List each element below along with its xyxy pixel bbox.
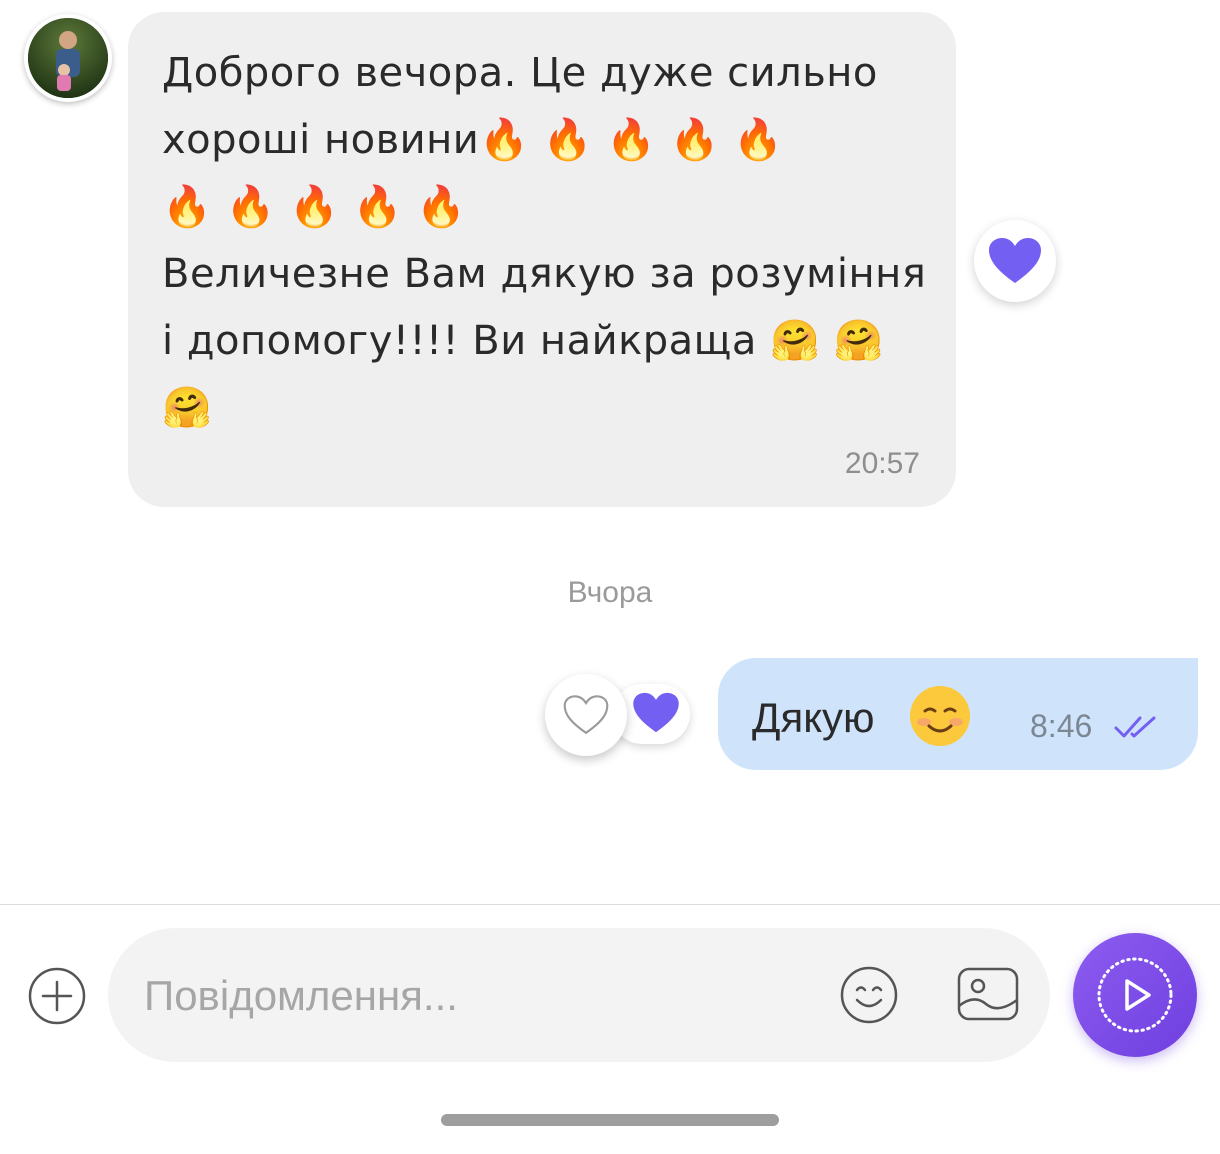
outgoing-message-bubble[interactable]: Дякую 8:46: [718, 658, 1198, 770]
contact-avatar[interactable]: [24, 14, 112, 102]
double-check-icon: [1114, 716, 1156, 738]
gallery-icon[interactable]: [956, 964, 1020, 1026]
add-reaction-button[interactable]: [545, 674, 627, 756]
home-indicator[interactable]: [441, 1114, 779, 1126]
message-composer: [108, 928, 1050, 1062]
incoming-message-bubble[interactable]: Доброго вечора. Це дуже сильно хороші но…: [128, 12, 956, 507]
voice-video-record-button[interactable]: [1073, 933, 1197, 1057]
play-circle-icon: [1097, 957, 1173, 1033]
outgoing-message-time: 8:46: [1030, 708, 1093, 744]
message-input[interactable]: [142, 964, 806, 1028]
incoming-reaction[interactable]: [974, 220, 1056, 302]
purple-heart-icon: [989, 238, 1041, 283]
composer-divider: [0, 904, 1220, 905]
heart-outline-icon: [563, 695, 609, 735]
date-separator: Вчора: [567, 576, 653, 609]
incoming-message-time: 20:57: [844, 447, 920, 480]
avatar-photo: [28, 18, 108, 98]
purple-heart-icon: [633, 692, 679, 733]
emoji-icon[interactable]: [838, 964, 900, 1026]
outgoing-message-text: Дякую: [752, 694, 875, 741]
incoming-message-text: Доброго вечора. Це дуже сильно хороші но…: [162, 50, 927, 431]
attach-plus-icon[interactable]: [27, 966, 87, 1026]
smiling-face-icon: [910, 686, 970, 746]
